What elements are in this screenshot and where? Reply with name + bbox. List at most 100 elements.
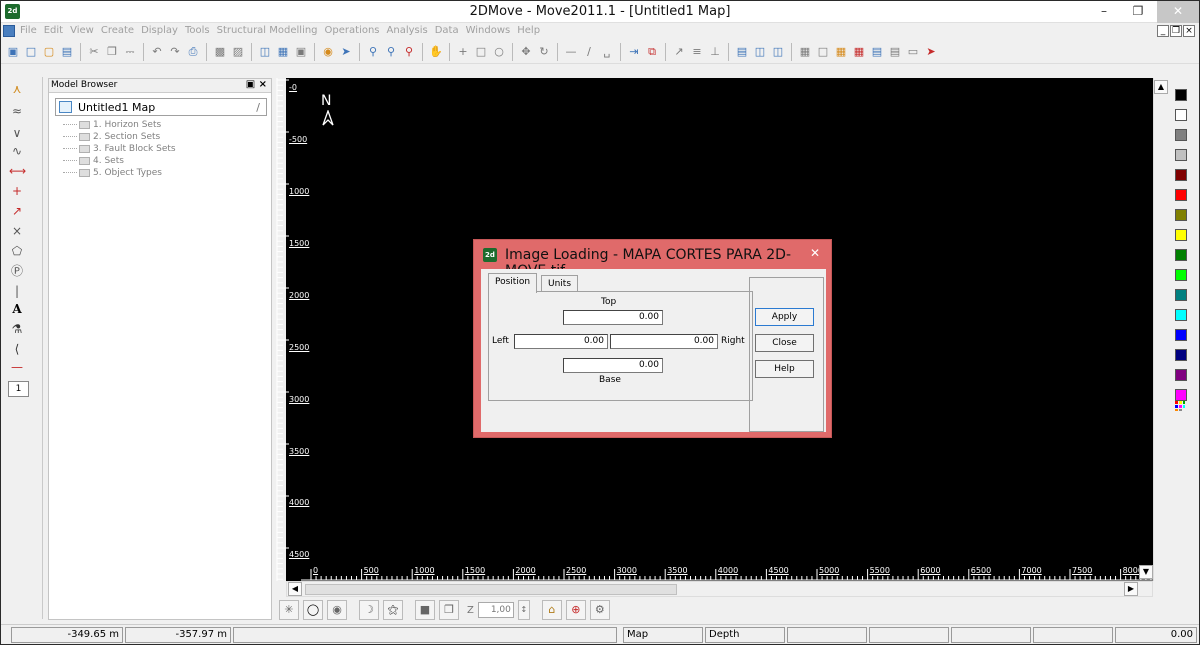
pan-hand-icon[interactable]: ✋ xyxy=(428,44,444,60)
maximize-button[interactable]: ❐ xyxy=(1123,1,1153,23)
vertical-scrollbar[interactable]: ▲ xyxy=(1153,78,1169,581)
menu-tools[interactable]: Tools xyxy=(185,25,210,36)
menu-windows[interactable]: Windows xyxy=(466,25,511,36)
baseline-icon[interactable]: ␣ xyxy=(599,44,615,60)
rotate-icon[interactable]: ↻ xyxy=(536,44,552,60)
lasso-icon[interactable]: ○ xyxy=(491,44,507,60)
color-swatch[interactable] xyxy=(1175,249,1187,261)
mdi-close-button[interactable]: × xyxy=(1183,25,1195,37)
copy-frame-icon[interactable]: ❐ xyxy=(439,600,459,620)
zoom-in-icon[interactable]: ⚲ xyxy=(365,44,381,60)
color-swatch[interactable] xyxy=(1175,169,1187,181)
close-button[interactable]: ✕ xyxy=(1157,1,1199,23)
dialog-close-button[interactable]: ✕ xyxy=(807,246,823,260)
menu-structural-modelling[interactable]: Structural Modelling xyxy=(217,25,318,36)
cut-icon[interactable]: ✂ xyxy=(86,44,102,60)
undo-icon[interactable]: ↶ xyxy=(149,44,165,60)
menu-view[interactable]: View xyxy=(70,25,94,36)
pointer-icon[interactable]: ➤ xyxy=(923,44,939,60)
dash-icon[interactable]: — xyxy=(9,359,25,375)
help-pointer-icon[interactable]: ➤ xyxy=(338,44,354,60)
scroll-up-button[interactable]: ▲ xyxy=(1154,80,1168,94)
color-swatch[interactable] xyxy=(1175,329,1187,341)
tree-item[interactable]: 4. Sets xyxy=(63,156,124,167)
list-icon[interactable]: ▤ xyxy=(869,44,885,60)
color-swatch[interactable] xyxy=(1175,389,1187,401)
measure-icon[interactable]: ↗ xyxy=(671,44,687,60)
center-icon[interactable]: ⊕ xyxy=(565,600,586,620)
menu-data[interactable]: Data xyxy=(435,25,459,36)
polygon-icon[interactable]: ⬠ xyxy=(9,243,25,259)
menu-operations[interactable]: Operations xyxy=(325,25,380,36)
home-icon[interactable]: ⌂ xyxy=(541,600,562,620)
paste-icon[interactable]: ⎓ xyxy=(122,44,138,60)
table-icon[interactable]: ▦ xyxy=(833,44,849,60)
top-field[interactable]: 0.00 xyxy=(563,310,663,325)
snap-icon[interactable]: ✳ xyxy=(279,600,299,620)
copy-icon[interactable]: ❐ xyxy=(104,44,120,60)
color-swatch[interactable] xyxy=(1175,269,1187,281)
scroll-thumb[interactable] xyxy=(305,584,677,595)
browser-controls[interactable]: ▣ × xyxy=(246,79,267,90)
symbol-icon[interactable]: Ⓟ xyxy=(9,263,25,279)
insert-icon[interactable]: ▦ xyxy=(797,44,813,60)
close-button[interactable]: Close xyxy=(755,334,814,352)
move-icon[interactable]: ✥ xyxy=(518,44,534,60)
line-icon[interactable]: — xyxy=(563,44,579,60)
color-swatch[interactable] xyxy=(1175,369,1187,381)
new-doc-icon[interactable]: □ xyxy=(23,44,39,60)
color-swatch[interactable] xyxy=(1175,129,1187,141)
dip-icon[interactable]: ⟨ xyxy=(9,341,25,357)
text-icon[interactable]: A xyxy=(9,301,25,317)
horizon-draw-icon[interactable]: ⋏ xyxy=(9,81,25,97)
split-panel-icon[interactable]: ◫ xyxy=(770,44,786,60)
menu-edit[interactable]: Edit xyxy=(44,25,63,36)
layer-field[interactable]: 1 xyxy=(8,381,29,397)
settings-icon[interactable]: ⚙ xyxy=(589,600,610,620)
anchor-icon[interactable]: ⊥ xyxy=(707,44,723,60)
fault-draw-icon[interactable]: ≈ xyxy=(9,103,25,119)
zoom-window-icon[interactable]: ⚲ xyxy=(383,44,399,60)
apply-button[interactable]: Apply xyxy=(755,308,814,326)
mdi-restore-button[interactable]: ❐ xyxy=(1170,25,1182,37)
menu-file[interactable]: File xyxy=(20,25,37,36)
zoom-out-icon[interactable]: ⚲ xyxy=(401,44,417,60)
vee-icon[interactable]: ∨ xyxy=(9,125,25,141)
menu-analysis[interactable]: Analysis xyxy=(387,25,428,36)
z-scale-input[interactable]: 1,00 xyxy=(477,602,514,618)
plus-icon[interactable]: + xyxy=(9,183,25,199)
color-swatch[interactable] xyxy=(1175,189,1187,201)
help-button[interactable]: Help xyxy=(755,360,814,378)
minimize-button[interactable]: – xyxy=(1089,1,1119,23)
flask-icon[interactable]: ⚗ xyxy=(9,321,25,337)
circle-tool-icon[interactable]: ◯ xyxy=(303,600,323,620)
color-swatch[interactable] xyxy=(1175,209,1187,221)
horizon-icon[interactable]: ≡ xyxy=(689,44,705,60)
light-icon[interactable]: ⚝ xyxy=(383,600,403,620)
info-icon[interactable]: ◉ xyxy=(320,44,336,60)
fault-icon[interactable]: ⧉ xyxy=(644,44,660,60)
frame-tool-icon[interactable]: ■ xyxy=(415,600,435,620)
more-colors-icon[interactable] xyxy=(1175,401,1185,411)
cross-icon[interactable]: × xyxy=(9,223,25,239)
frame-icon[interactable]: □ xyxy=(815,44,831,60)
color-swatch[interactable] xyxy=(1175,229,1187,241)
open-folder-icon[interactable]: ▢ xyxy=(41,44,57,60)
left-field[interactable]: 0.00 xyxy=(514,334,608,349)
view-2d-icon[interactable]: ▩ xyxy=(212,44,228,60)
mdi-minimize-button[interactable]: _ xyxy=(1157,25,1169,37)
color-swatch[interactable] xyxy=(1175,349,1187,361)
color-swatch[interactable] xyxy=(1175,289,1187,301)
base-field[interactable]: 0.00 xyxy=(563,358,663,373)
view-3d-icon[interactable]: ▨ xyxy=(230,44,246,60)
save-icon[interactable]: ▤ xyxy=(59,44,75,60)
horizontal-scrollbar[interactable]: ◀ ▶ xyxy=(286,581,1153,597)
document-icon[interactable] xyxy=(3,25,15,37)
sphere-icon[interactable]: ◉ xyxy=(327,600,347,620)
rectangle-select-icon[interactable]: □ xyxy=(473,44,489,60)
new-icon[interactable]: ▣ xyxy=(5,44,21,60)
window-icon[interactable]: ▣ xyxy=(293,44,309,60)
color-swatch[interactable] xyxy=(1175,109,1187,121)
scroll-down-button[interactable]: ▼ xyxy=(1139,565,1153,579)
scroll-right-button[interactable]: ▶ xyxy=(1124,582,1138,596)
